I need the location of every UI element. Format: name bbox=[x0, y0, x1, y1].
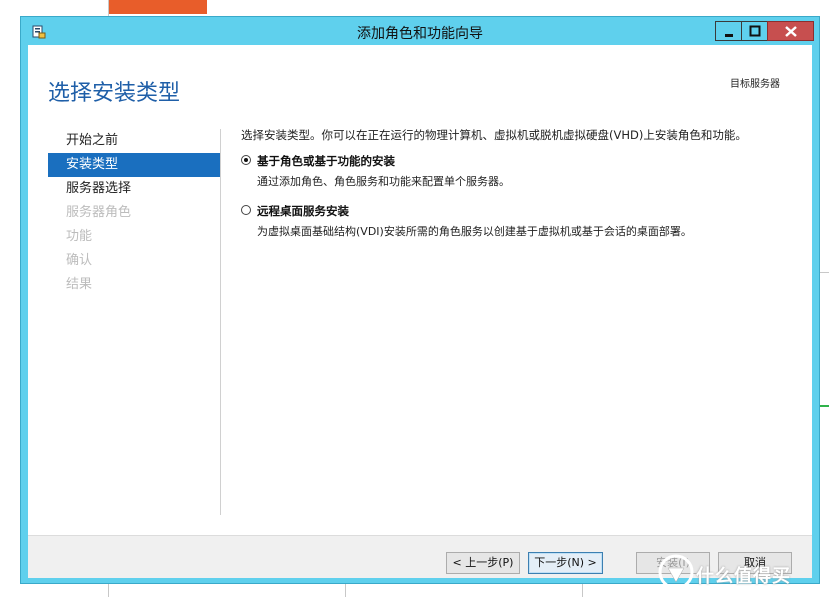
background-taskbar-tab bbox=[108, 0, 207, 14]
install-type-panel: 选择安装类型。你可以在正在运行的物理计算机、虚拟机或脱机虚拟硬盘(VHD)上安装… bbox=[241, 127, 801, 239]
remote-desktop-radio[interactable] bbox=[241, 205, 251, 215]
target-server-label: 目标服务器 bbox=[730, 79, 780, 90]
nav-item-before-you-begin[interactable]: 开始之前 bbox=[48, 129, 220, 153]
title-bar[interactable]: 添加角色和功能向导 bbox=[21, 17, 819, 45]
window-title: 添加角色和功能向导 bbox=[357, 26, 483, 42]
maximize-icon bbox=[749, 25, 761, 37]
intro-text: 选择安装类型。你可以在正在运行的物理计算机、虚拟机或脱机虚拟硬盘(VHD)上安装… bbox=[241, 128, 747, 142]
option-role-based[interactable]: 基于角色或基于功能的安装 通过添加角色、角色服务和功能来配置单个服务器。 bbox=[241, 153, 801, 189]
nav-item-installation-type[interactable]: 安装类型 bbox=[48, 153, 220, 177]
watermark-text: 什么值得买 bbox=[696, 566, 791, 587]
radio-selected-dot bbox=[244, 158, 248, 162]
close-button[interactable] bbox=[767, 21, 814, 41]
watermark-logo-icon bbox=[658, 554, 694, 590]
watermark: 什么值得买 bbox=[656, 552, 826, 592]
nav-item-server-selection[interactable]: 服务器选择 bbox=[48, 177, 220, 201]
previous-button[interactable]: < 上一步(P) bbox=[446, 552, 520, 574]
next-button[interactable]: 下一步(N) > bbox=[528, 552, 603, 574]
background-divider bbox=[820, 272, 829, 273]
role-based-radio[interactable] bbox=[241, 155, 251, 165]
background-divider bbox=[582, 584, 583, 597]
option-title[interactable]: 基于角色或基于功能的安装 bbox=[257, 153, 801, 169]
page-title: 选择安装类型 bbox=[48, 81, 181, 106]
nav-divider bbox=[220, 129, 221, 515]
option-description: 通过添加角色、角色服务和功能来配置单个服务器。 bbox=[257, 175, 510, 188]
wizard-content: 选择安装类型 目标服务器 开始之前 安装类型 服务器选择 服务器角色 功能 确认… bbox=[28, 45, 812, 578]
option-title[interactable]: 远程桌面服务安装 bbox=[257, 203, 801, 219]
target-server-value bbox=[680, 91, 790, 105]
option-remote-desktop[interactable]: 远程桌面服务安装 为虚拟桌面基础结构(VDI)安装所需的角色服务以创建基于虚拟机… bbox=[241, 203, 801, 239]
nav-item-results: 结果 bbox=[66, 277, 93, 292]
maximize-button[interactable] bbox=[741, 21, 768, 41]
background-divider bbox=[345, 584, 346, 597]
option-description: 为虚拟桌面基础结构(VDI)安装所需的角色服务以创建基于虚拟机或基于会话的桌面部… bbox=[257, 225, 692, 238]
background-indicator bbox=[819, 405, 829, 407]
minimize-icon bbox=[725, 34, 733, 37]
nav-item-confirmation: 确认 bbox=[66, 253, 93, 268]
wizard-nav: 开始之前 安装类型 服务器选择 服务器角色 功能 确认 结果 bbox=[48, 129, 220, 297]
wizard-window: 添加角色和功能向导 选择安装类型 目标服务器 开始之前 安装类型 服务器选择 服… bbox=[20, 16, 820, 584]
close-icon bbox=[785, 26, 797, 37]
nav-item-server-roles: 服务器角色 bbox=[66, 205, 132, 220]
minimize-button[interactable] bbox=[715, 21, 742, 41]
nav-item-features: 功能 bbox=[66, 229, 93, 244]
